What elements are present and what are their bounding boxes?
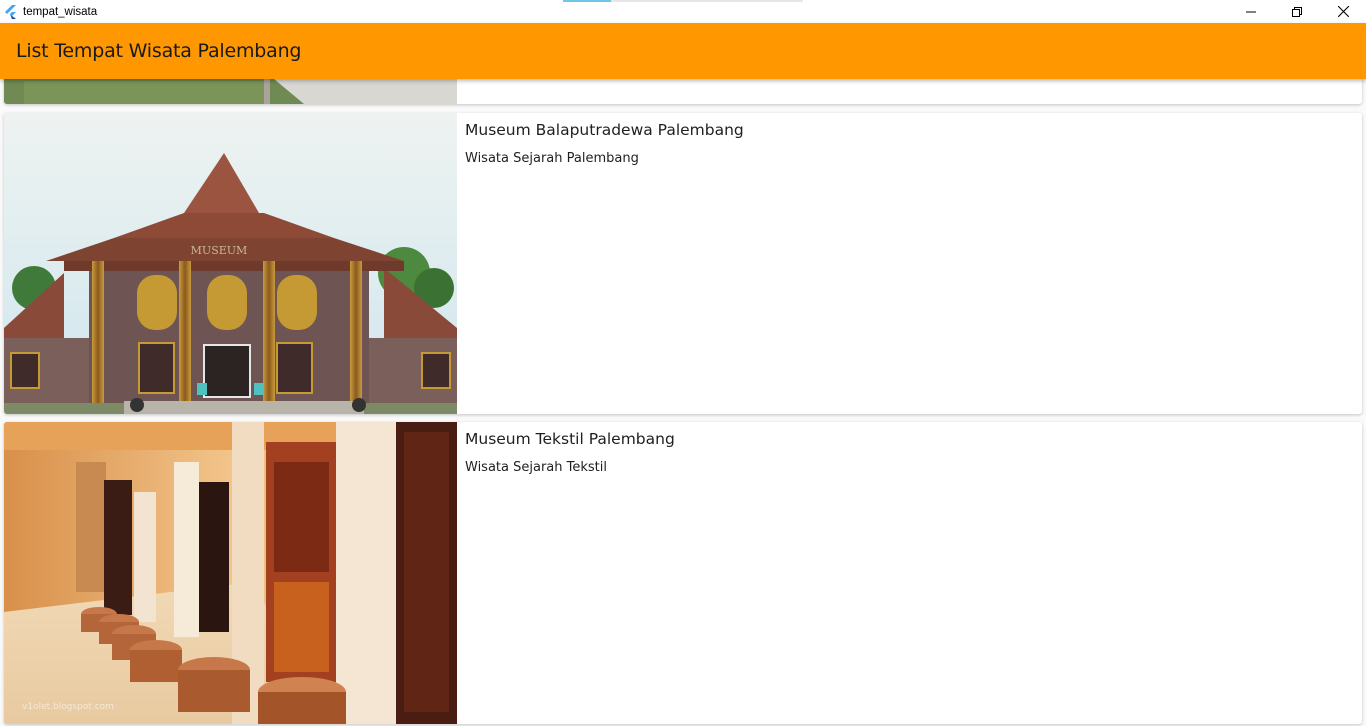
page-title: List Tempat Wisata Palembang	[16, 40, 302, 62]
titlebar-accent	[563, 0, 803, 2]
image-watermark: v1olet.blogspot.com	[22, 702, 114, 712]
place-image	[4, 422, 457, 724]
place-name: Museum Balaputradewa Palembang	[465, 121, 744, 139]
place-category: Wisata Sejarah Palembang	[465, 151, 639, 166]
window-title: tempat_wisata	[23, 5, 98, 18]
place-info: Museum Tekstil Palembang Wisata Sejarah …	[465, 430, 675, 475]
minimize-icon	[1246, 11, 1256, 12]
window-titlebar: tempat_wisata	[0, 0, 1366, 23]
place-image: MUSEUM	[4, 113, 457, 414]
place-card[interactable]: MUSEUM Museum Balaputradewa Palembang Wi…	[4, 113, 1362, 414]
restore-button[interactable]	[1274, 0, 1320, 23]
place-card[interactable]: v1olet.blogspot.com Museum Tekstil Palem…	[4, 422, 1362, 724]
place-name: Museum Tekstil Palembang	[465, 430, 675, 448]
place-category: Wisata Sejarah Tekstil	[465, 460, 607, 475]
places-list[interactable]: MUSEUM Museum Balaputradewa Palembang Wi…	[0, 79, 1366, 726]
window-controls	[1228, 0, 1366, 23]
app-bar: List Tempat Wisata Palembang	[0, 23, 1366, 79]
minimize-button[interactable]	[1228, 0, 1274, 23]
flutter-icon	[5, 4, 16, 19]
restore-icon	[1292, 6, 1302, 17]
place-card[interactable]	[4, 79, 1362, 104]
place-image	[4, 79, 457, 104]
close-button[interactable]	[1320, 0, 1366, 23]
svg-text:MUSEUM: MUSEUM	[191, 244, 248, 257]
close-icon	[1337, 6, 1349, 17]
place-info: Museum Balaputradewa Palembang Wisata Se…	[465, 121, 744, 166]
